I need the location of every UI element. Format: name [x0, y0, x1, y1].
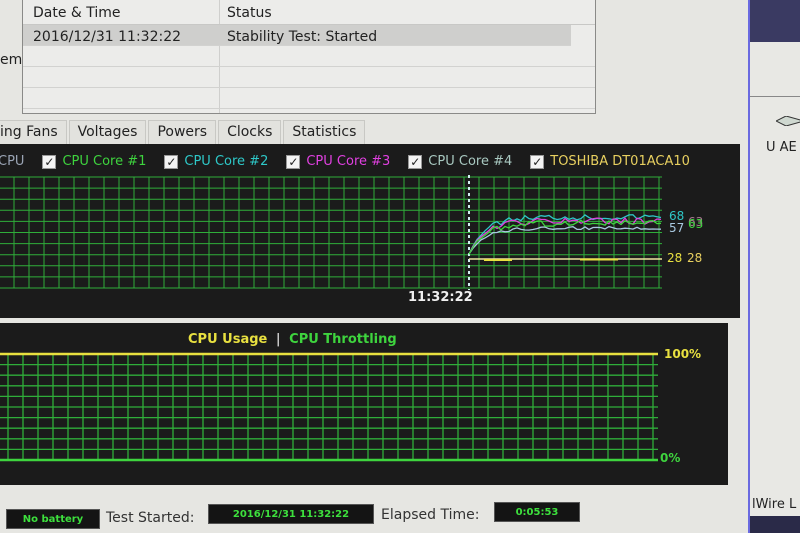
tab-powers[interactable]: Powers — [148, 120, 217, 144]
temperature-readout: 28 — [687, 251, 703, 265]
usage-max-label: 100% — [664, 347, 702, 361]
usage-plot — [0, 352, 658, 462]
log-header-row: Date & Time Status — [23, 1, 595, 25]
battery-status: No battery — [6, 509, 100, 529]
temperature-series-line — [468, 225, 662, 255]
sidebar-label: em — [0, 52, 23, 68]
window-text: lWire L — [752, 497, 797, 512]
header-date-time[interactable]: Date & Time — [33, 5, 121, 21]
log-status: Stability Test: Started — [227, 29, 378, 45]
tab-cooling-fans[interactable]: ing Fans — [0, 120, 67, 144]
diamond-icon — [776, 116, 800, 126]
time-axis-label: 11:32:22 — [408, 290, 473, 305]
temperature-readout: 63 — [688, 217, 704, 231]
log-row[interactable]: 2016/12/31 11:32:22 Stability Test: Star… — [23, 25, 571, 46]
app-window: em Date & Time Status 2016/12/31 11:32:2… — [0, 0, 760, 533]
elapsed-time-label: Elapsed Time: — [381, 507, 480, 523]
tab-bar: ing Fans Voltages Powers Clocks Statisti… — [0, 120, 367, 144]
status-bar: No battery Test Started: 2016/12/31 11:3… — [0, 500, 760, 533]
tab-clocks[interactable]: Clocks — [218, 120, 282, 144]
log-row-empty — [23, 88, 595, 109]
cpu-usage-panel: CPU Usage | CPU Throttling 100% 0% — [0, 323, 728, 485]
divider — [750, 96, 800, 97]
background-window[interactable]: U AE lWire L — [748, 0, 800, 533]
log-row-empty — [23, 67, 595, 88]
header-status[interactable]: Status — [227, 5, 272, 21]
window-text: U AE — [766, 140, 797, 155]
tab-voltages[interactable]: Voltages — [68, 120, 147, 144]
elapsed-time-value: 0:05:53 — [494, 502, 580, 522]
log-row-empty — [23, 46, 595, 67]
temperature-chart-panel: CPU ✓ CPU Core #1 ✓ CPU Core #2 ✓ CPU Co… — [0, 144, 740, 318]
event-log[interactable]: Date & Time Status 2016/12/31 11:32:22 S… — [22, 0, 596, 114]
temperature-readout: 28 — [667, 251, 683, 265]
temperature-series-line — [468, 214, 662, 255]
taskbar — [750, 516, 800, 533]
temperature-plot — [0, 175, 662, 290]
test-started-label: Test Started: — [106, 510, 195, 526]
temperature-series-line — [468, 219, 662, 255]
temperature-readout: 57 — [669, 221, 685, 235]
usage-min-label: 0% — [660, 451, 681, 465]
log-datetime: 2016/12/31 11:32:22 — [33, 29, 182, 45]
window-titlebar — [750, 0, 800, 42]
tab-statistics[interactable]: Statistics — [283, 120, 366, 144]
test-started-value: 2016/12/31 11:32:22 — [208, 504, 374, 524]
